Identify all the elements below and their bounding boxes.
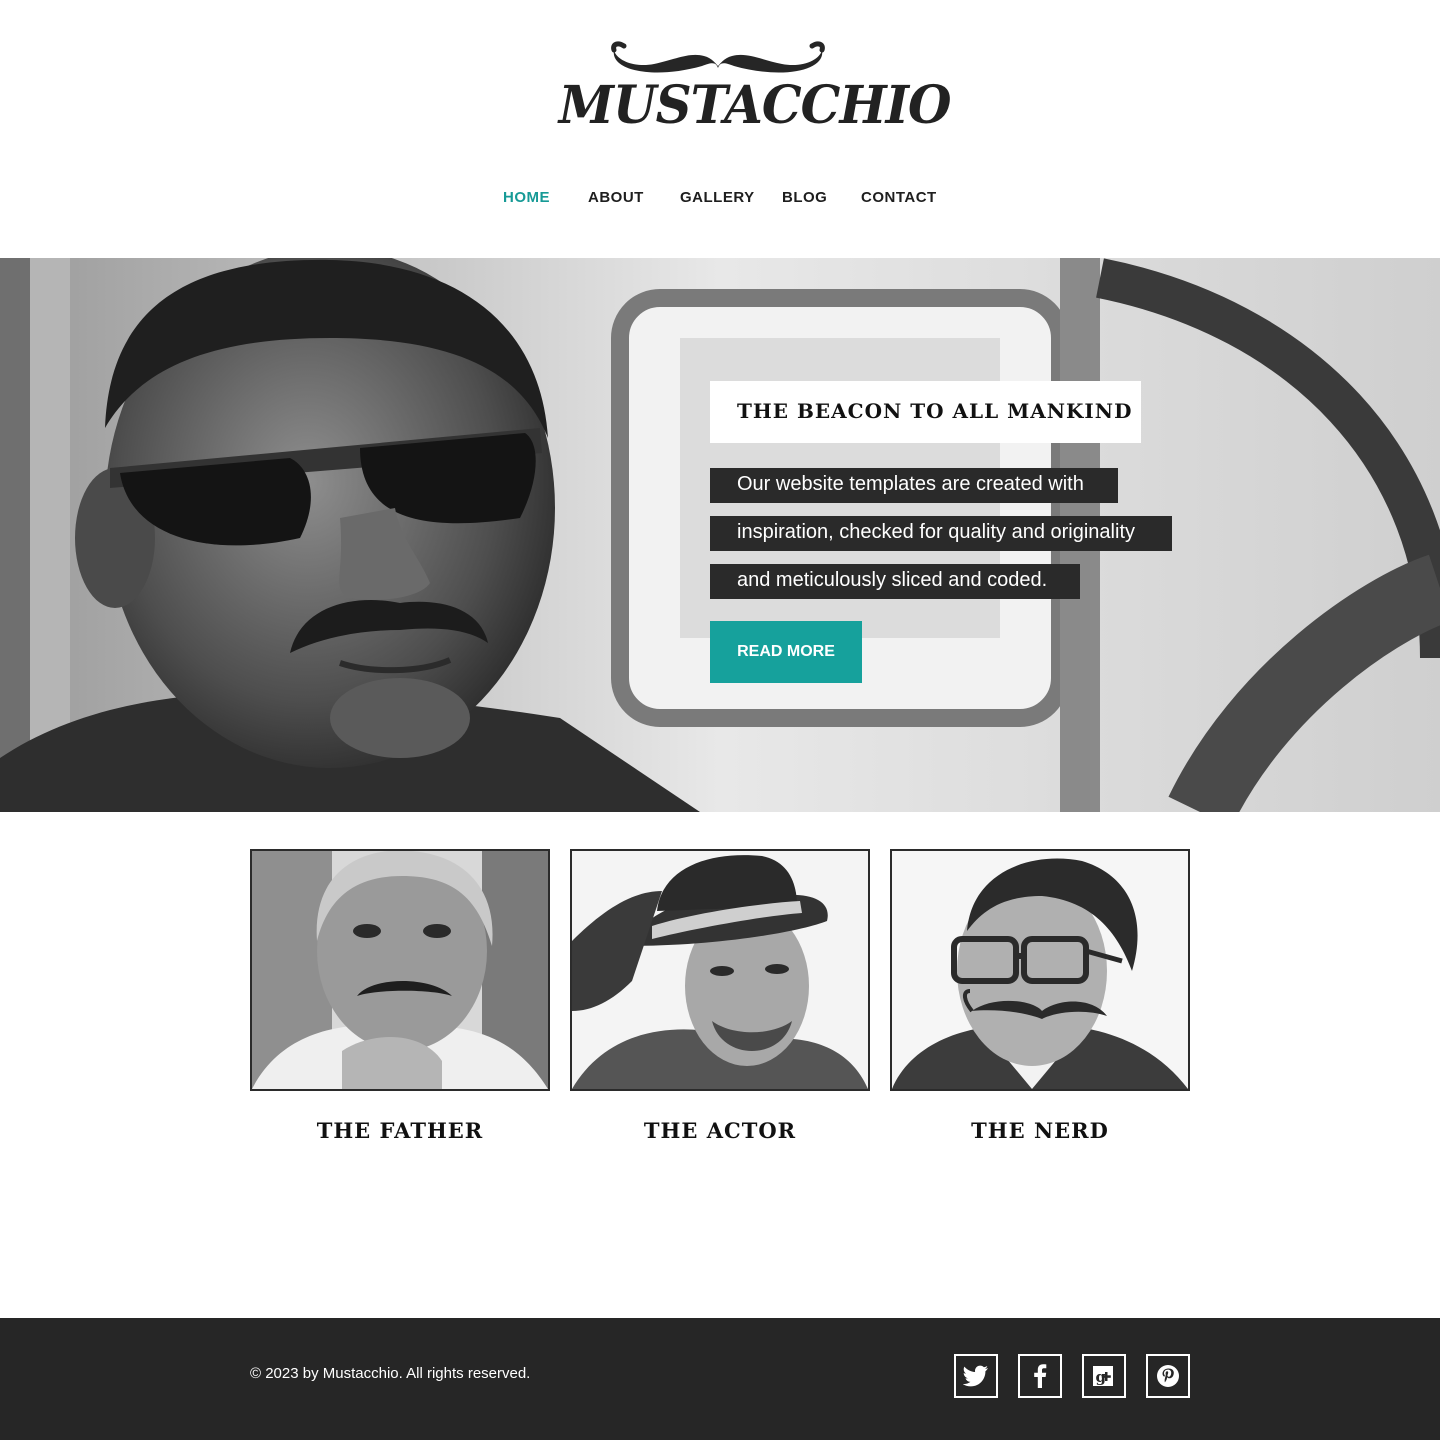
- nerd-photo: [892, 851, 1188, 1089]
- nav-item-home[interactable]: HOME: [503, 188, 550, 208]
- facebook-icon[interactable]: [1018, 1354, 1062, 1398]
- profile-card-father[interactable]: [250, 849, 550, 1091]
- hero-text-line-1: Our website templates are created with: [710, 468, 1118, 503]
- nav-item-blog[interactable]: BLOG: [782, 188, 827, 208]
- actor-photo: [572, 851, 868, 1089]
- profile-card-actor[interactable]: [570, 849, 870, 1091]
- hero-text-line-2: inspiration, checked for quality and ori…: [710, 516, 1172, 551]
- profile-title-nerd: THE NERD: [971, 1118, 1109, 1143]
- pinterest-icon[interactable]: [1146, 1354, 1190, 1398]
- father-photo: [252, 851, 548, 1089]
- hero-title-box: THE BEACON TO ALL MANKIND: [710, 381, 1141, 443]
- logo-wordmark: MUSTACCHIO: [558, 75, 952, 136]
- nav-item-gallery[interactable]: GALLERY: [680, 188, 755, 208]
- site-logo[interactable]: MUSTACCHIO: [552, 40, 952, 140]
- google-plus-icon[interactable]: g: [1082, 1354, 1126, 1398]
- profile-card-nerd[interactable]: [890, 849, 1190, 1091]
- twitter-icon[interactable]: [954, 1354, 998, 1398]
- hero-text-line-3: and meticulously sliced and coded.: [710, 564, 1080, 599]
- hero-title: THE BEACON TO ALL MANKIND: [737, 399, 1133, 423]
- copyright-text: © 2023 by Mustacchio. All rights reserve…: [250, 1365, 531, 1382]
- site-header: MUSTACCHIO HOME ABOUT GALLERY BLOG CONTA…: [0, 0, 1440, 258]
- mustache-logo-icon: [611, 41, 825, 73]
- nav-item-about[interactable]: ABOUT: [588, 188, 644, 208]
- profile-title-actor: THE ACTOR: [643, 1118, 797, 1143]
- profile-title-father: THE FATHER: [316, 1118, 484, 1143]
- main-nav: HOME ABOUT GALLERY BLOG CONTACT: [0, 188, 1440, 210]
- nav-item-contact[interactable]: CONTACT: [861, 188, 937, 208]
- hero-banner: THE BEACON TO ALL MANKIND Our website te…: [0, 258, 1440, 812]
- site-footer: © 2023 by Mustacchio. All rights reserve…: [0, 1318, 1440, 1440]
- read-more-button[interactable]: READ MORE: [710, 621, 862, 683]
